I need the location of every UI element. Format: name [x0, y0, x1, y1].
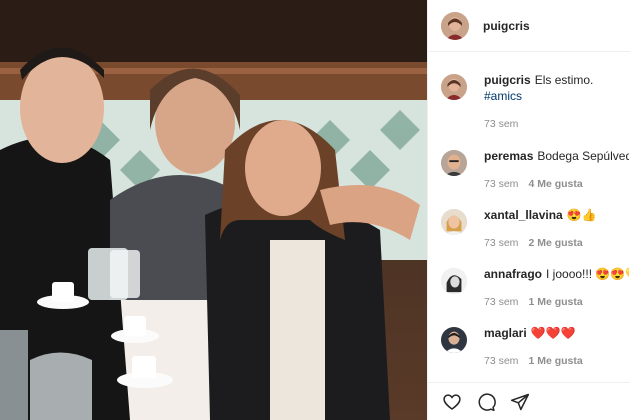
comments-list[interactable]: puigcris Els estimo. #amics 73 sem perem…	[428, 64, 630, 382]
comment-time[interactable]: 73 sem	[484, 178, 518, 190]
comment-avatar[interactable]	[441, 209, 467, 235]
author-username[interactable]: puigcris	[483, 19, 530, 33]
comment-username[interactable]: xantal_llavina	[484, 208, 563, 222]
comment-avatar[interactable]	[441, 327, 467, 353]
comment-item: peremas Bodega Sepúlved 73 sem 4 Me gusta	[441, 148, 629, 190]
comment-text: 😍👍	[566, 208, 597, 222]
caption-avatar[interactable]	[441, 74, 467, 100]
comment-avatar[interactable]	[441, 150, 467, 176]
comment-text: ❤️❤️❤️	[530, 326, 576, 340]
comment-avatar-image	[441, 150, 467, 176]
caption-avatar-image	[441, 74, 467, 100]
author-avatar[interactable]	[441, 11, 469, 40]
comment-likes[interactable]: 1 Me gusta	[528, 355, 582, 367]
caption: puigcris Els estimo. #amics 73 sem	[441, 72, 629, 130]
comment-time[interactable]: 73 sem	[484, 296, 518, 308]
comment-username[interactable]: maglari	[484, 326, 527, 340]
comment-time[interactable]: 73 sem	[484, 355, 518, 367]
comment-item: maglari ❤️❤️❤️ 73 sem 1 Me gusta	[441, 325, 629, 367]
share-icon	[510, 393, 530, 410]
comment-avatar[interactable]	[441, 268, 467, 294]
comment-username[interactable]: annafrago	[484, 267, 542, 281]
friends-photo-illustration	[0, 0, 427, 420]
comment-avatar-image	[441, 209, 467, 235]
comment-icon	[478, 392, 496, 411]
comment-text: Bodega Sepúlved	[537, 149, 629, 163]
comment-item: annafrago I joooo!!! 😍😍💛 73 sem 1 Me gusta	[441, 266, 629, 308]
comment-time[interactable]: 73 sem	[484, 237, 518, 249]
caption-hashtag[interactable]: #amics	[484, 88, 629, 104]
comment-likes[interactable]: 2 Me gusta	[528, 237, 582, 249]
instagram-post: puigcris puigcris Els estimo. #amics 73 s…	[0, 0, 630, 420]
comment-button[interactable]	[476, 392, 496, 412]
comments-panel: puigcris puigcris Els estimo. #amics 73 s…	[427, 0, 630, 420]
comment-likes[interactable]: 4 Me gusta	[528, 178, 582, 190]
post-photo[interactable]	[0, 0, 427, 420]
caption-text: Els estimo.	[534, 73, 594, 87]
caption-time[interactable]: 73 sem	[484, 118, 518, 130]
action-bar	[428, 382, 630, 420]
author-avatar-image	[441, 11, 469, 40]
heart-icon	[443, 393, 461, 410]
comment-username[interactable]: peremas	[484, 149, 533, 163]
comment-avatar-image	[441, 327, 467, 353]
comment-likes[interactable]: 1 Me gusta	[528, 296, 582, 308]
comment-text: I joooo!!! 😍😍💛	[546, 267, 629, 281]
like-button[interactable]	[442, 392, 462, 412]
comment-item: xantal_llavina 😍👍 73 sem 2 Me gusta	[441, 207, 629, 249]
caption-username[interactable]: puigcris	[484, 73, 531, 87]
post-header: puigcris	[428, 0, 630, 52]
comment-avatar-image	[441, 268, 467, 294]
share-button[interactable]	[510, 392, 530, 412]
